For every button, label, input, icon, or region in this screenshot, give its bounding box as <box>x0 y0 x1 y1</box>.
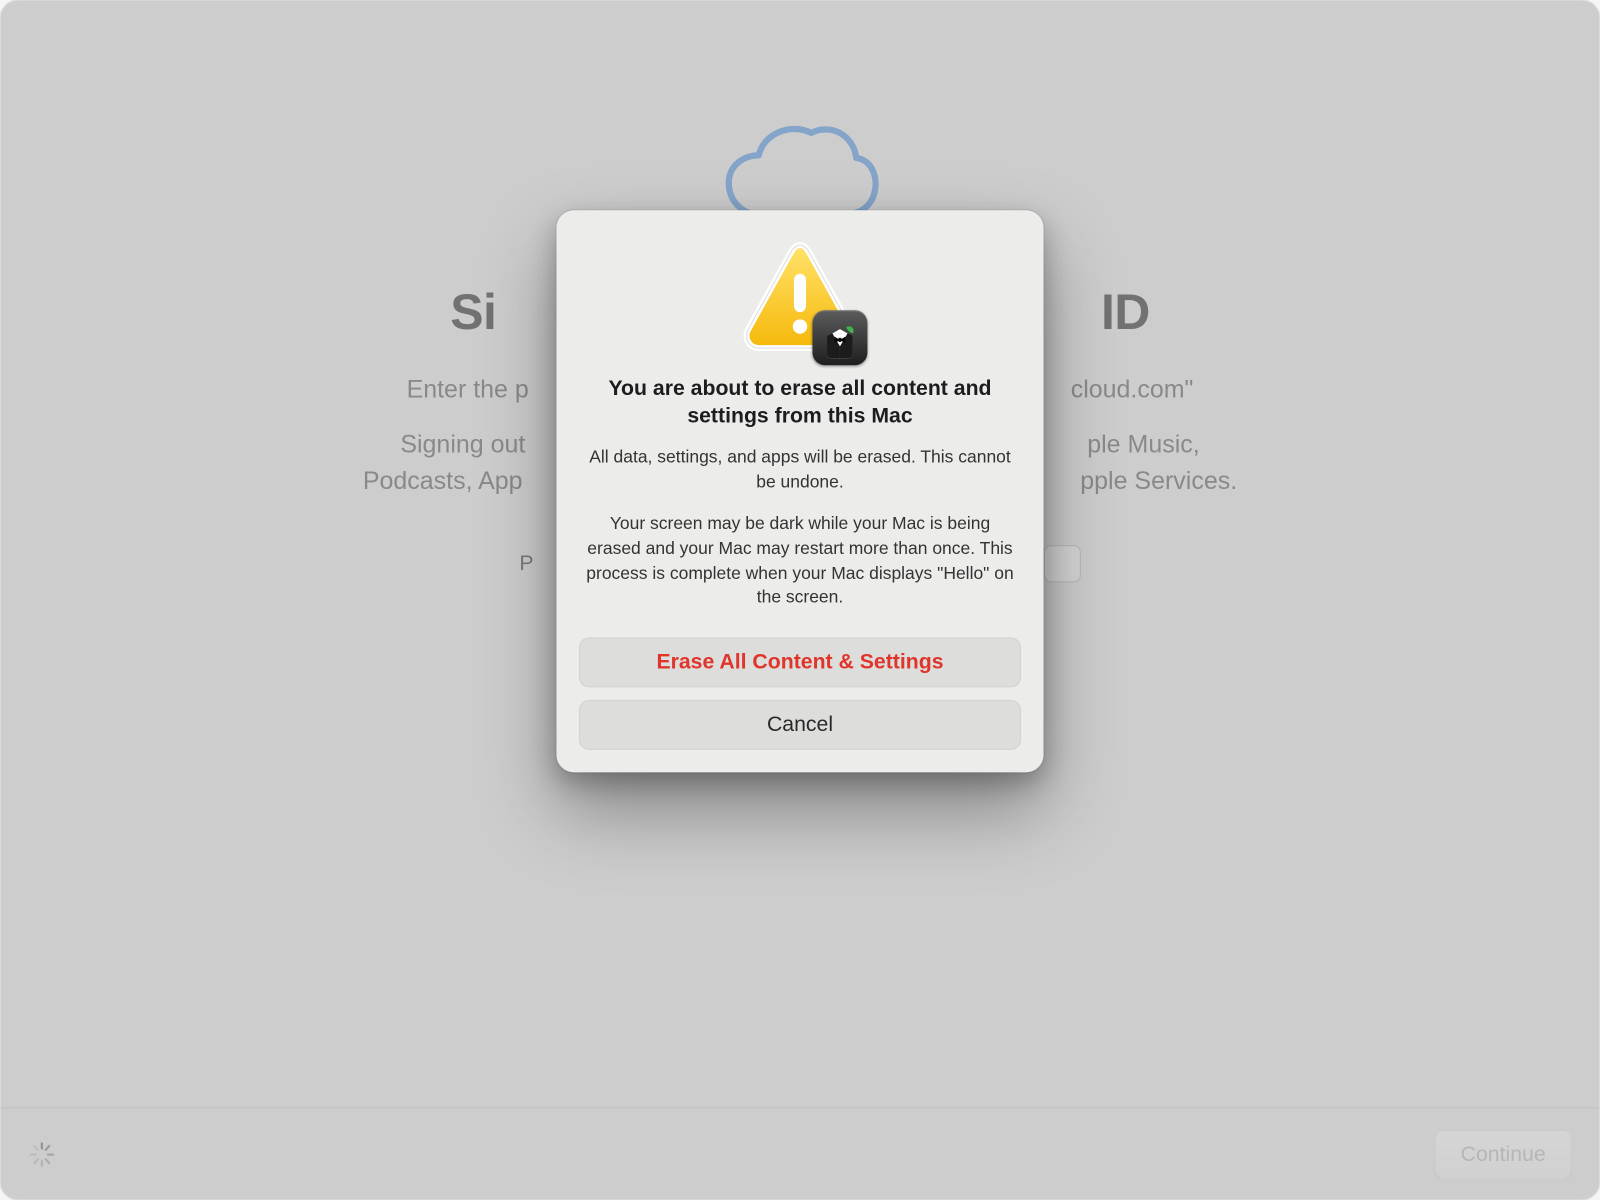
dialog-icon <box>740 238 860 358</box>
erase-assistant-badge-icon <box>812 310 867 365</box>
cancel-button[interactable]: Cancel <box>579 700 1021 750</box>
erase-all-button[interactable]: Erase All Content & Settings <box>579 637 1021 687</box>
erase-confirmation-dialog: You are about to erase all content and s… <box>556 210 1043 772</box>
dialog-body-line-1: All data, settings, and apps will be era… <box>581 445 1018 494</box>
dialog-body-line-2: Your screen may be dark while your Mac i… <box>581 512 1018 610</box>
dialog-title: You are about to erase all content and s… <box>579 375 1021 430</box>
dialog-body: All data, settings, and apps will be era… <box>579 445 1021 609</box>
